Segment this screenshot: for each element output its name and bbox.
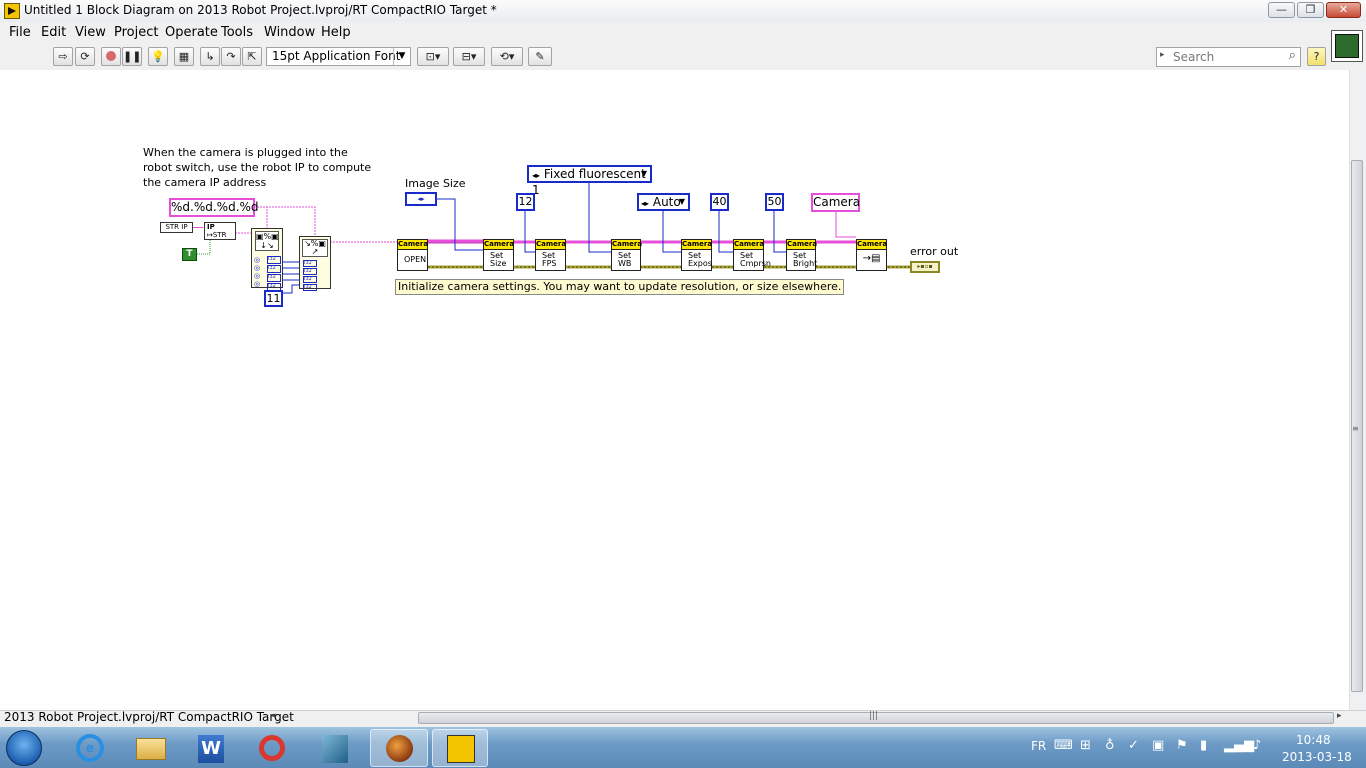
true-constant[interactable]: T <box>182 248 197 261</box>
vi-label: Set Bright <box>793 251 818 268</box>
chevron-down-icon: ▼ <box>640 169 647 178</box>
robot-ip-node[interactable]: STR IP <box>160 222 193 233</box>
network-tray-icon[interactable]: ⊞ <box>1080 738 1091 753</box>
vi-label: OPEN <box>404 255 427 264</box>
vi-label: Set Size <box>490 251 507 268</box>
vi-header: Camera <box>398 240 429 250</box>
scan-inputs: ◎ ◎ ◎ ◎ <box>254 256 261 288</box>
explorer-folder-icon[interactable] <box>124 729 176 767</box>
update-tray-icon[interactable]: ♁ <box>1105 738 1115 753</box>
driver-station-icon[interactable] <box>308 729 360 767</box>
quickbooks-icon[interactable] <box>246 729 298 767</box>
init-settings-note: Initialize camera settings. You may want… <box>395 279 845 295</box>
brightness-constant[interactable]: 50 <box>765 193 784 211</box>
camera-set-exposure-vi[interactable]: Camera Set Expos <box>681 239 712 271</box>
vi-header: Camera <box>612 240 643 250</box>
image-size-label: Image Size <box>405 177 466 190</box>
volume-icon[interactable]: ♪ <box>1253 738 1261 753</box>
comment-line-3: the camera IP address <box>143 176 267 189</box>
compression-constant[interactable]: 40 <box>710 193 729 211</box>
target-context[interactable]: 2013 Robot Project.lvproj/RT CompactRIO … <box>4 710 294 724</box>
security-tray-icon[interactable]: ✓ <box>1128 738 1139 753</box>
format-string-icon: ↘%▣ ↗ <box>302 239 328 257</box>
wires-layer <box>197 182 910 294</box>
error-out-label: error out <box>910 245 959 258</box>
comment-line-1: When the camera is plugged into the <box>143 146 348 159</box>
start-button[interactable] <box>6 730 42 766</box>
word-icon[interactable]: W <box>184 729 236 767</box>
vi-label: Set Expos <box>688 251 712 268</box>
camera-open-vi[interactable]: Camera OPEN <box>397 239 428 271</box>
str-ip-wire <box>193 227 203 228</box>
vi-header: Camera <box>484 240 515 250</box>
camera-set-compression-vi[interactable]: Camera Set Cmprsn <box>733 239 771 271</box>
format-into-string-node[interactable]: ↘%▣ ↗ I32 I32 I32 I32 <box>299 236 331 291</box>
keyboard-icon[interactable]: ⌨ <box>1054 738 1073 753</box>
clock-date[interactable]: 2013-03-18 <box>1282 750 1352 764</box>
vi-label: Set Cmprsn <box>740 251 771 268</box>
vi-header: Camera <box>857 240 888 250</box>
vi-header: Camera <box>734 240 765 250</box>
error-out-indicator[interactable]: ▸▪▫▪ <box>910 261 940 273</box>
vi-label: Set WB <box>618 251 632 268</box>
vi-header: Camera <box>787 240 818 250</box>
enum-arrows-icon: ◂▸ <box>641 199 650 208</box>
boolean-wire <box>197 240 211 255</box>
fps-constant[interactable]: 12 <box>516 193 535 211</box>
ip-to-string-node[interactable]: IP ↦STR <box>204 222 236 240</box>
power-tray-icon[interactable]: ▮ <box>1200 738 1207 753</box>
scan-outputs: I32 I32 I32 I32 <box>267 256 281 291</box>
camera-name-constant[interactable]: Camera <box>811 193 860 212</box>
scroll-grip-icon: ||| <box>869 711 879 721</box>
enum-arrows-icon: ◂▸ <box>532 171 541 180</box>
vi-header: Camera <box>536 240 567 250</box>
chevron-down-icon: ▼ <box>678 197 685 206</box>
camera-set-fps-vi[interactable]: Camera Set FPS <box>535 239 566 271</box>
format-string-constant[interactable]: %d.%d.%d.%d <box>169 198 259 217</box>
monitor-tray-icon[interactable]: ▣ <box>1152 738 1164 753</box>
clock-time[interactable]: 10:48 <box>1296 733 1331 747</box>
camera-set-wb-vi[interactable]: Camera Set WB <box>611 239 643 271</box>
vi-label: Set FPS <box>542 251 557 268</box>
comment-line-2: robot switch, use the robot IP to comput… <box>143 161 372 174</box>
camera-set-brightness-vi[interactable]: Camera Set Bright <box>786 239 818 271</box>
numeric-constant-11[interactable]: 11 <box>264 290 283 307</box>
format-inputs: I32 I32 I32 I32 <box>303 260 317 291</box>
action-center-icon[interactable]: ⚑ <box>1176 738 1188 753</box>
white-balance-enum[interactable]: ◂▸ Fixed fluorescent 1 ▼ <box>527 165 652 197</box>
camera-write-name-vi[interactable]: Camera →▤ <box>856 239 887 271</box>
labview-taskbar-icon[interactable] <box>432 729 488 767</box>
diagram-comment: When the camera is plugged into the robo… <box>143 145 383 190</box>
camera-set-size-vi[interactable]: Camera Set Size <box>483 239 514 271</box>
media-app-icon[interactable] <box>370 729 428 767</box>
vi-header: Camera <box>682 240 713 250</box>
scan-from-string-node[interactable]: ▣%▣ ↓↘ ◎ ◎ ◎ ◎ I32 I32 I32 I32 <box>251 228 283 291</box>
scroll-right-icon[interactable]: ▸ <box>1337 711 1342 721</box>
scroll-grip-icon: ≡ <box>1352 424 1359 433</box>
exposure-value: Auto <box>652 195 681 209</box>
signal-tray-icon[interactable]: ▂▄▆ <box>1224 738 1254 753</box>
scan-string-icon: ▣%▣ ↓↘ <box>255 231 279 251</box>
write-file-icon: →▤ <box>862 253 881 264</box>
language-indicator[interactable]: FR <box>1031 739 1046 753</box>
image-size-ring-control[interactable]: ◂▸ <box>405 192 437 206</box>
context-arrow-icon[interactable]: ◂ <box>271 711 276 721</box>
exposure-enum[interactable]: ◂▸ Auto ▼ <box>637 193 690 211</box>
internet-explorer-icon[interactable]: e <box>64 729 116 767</box>
